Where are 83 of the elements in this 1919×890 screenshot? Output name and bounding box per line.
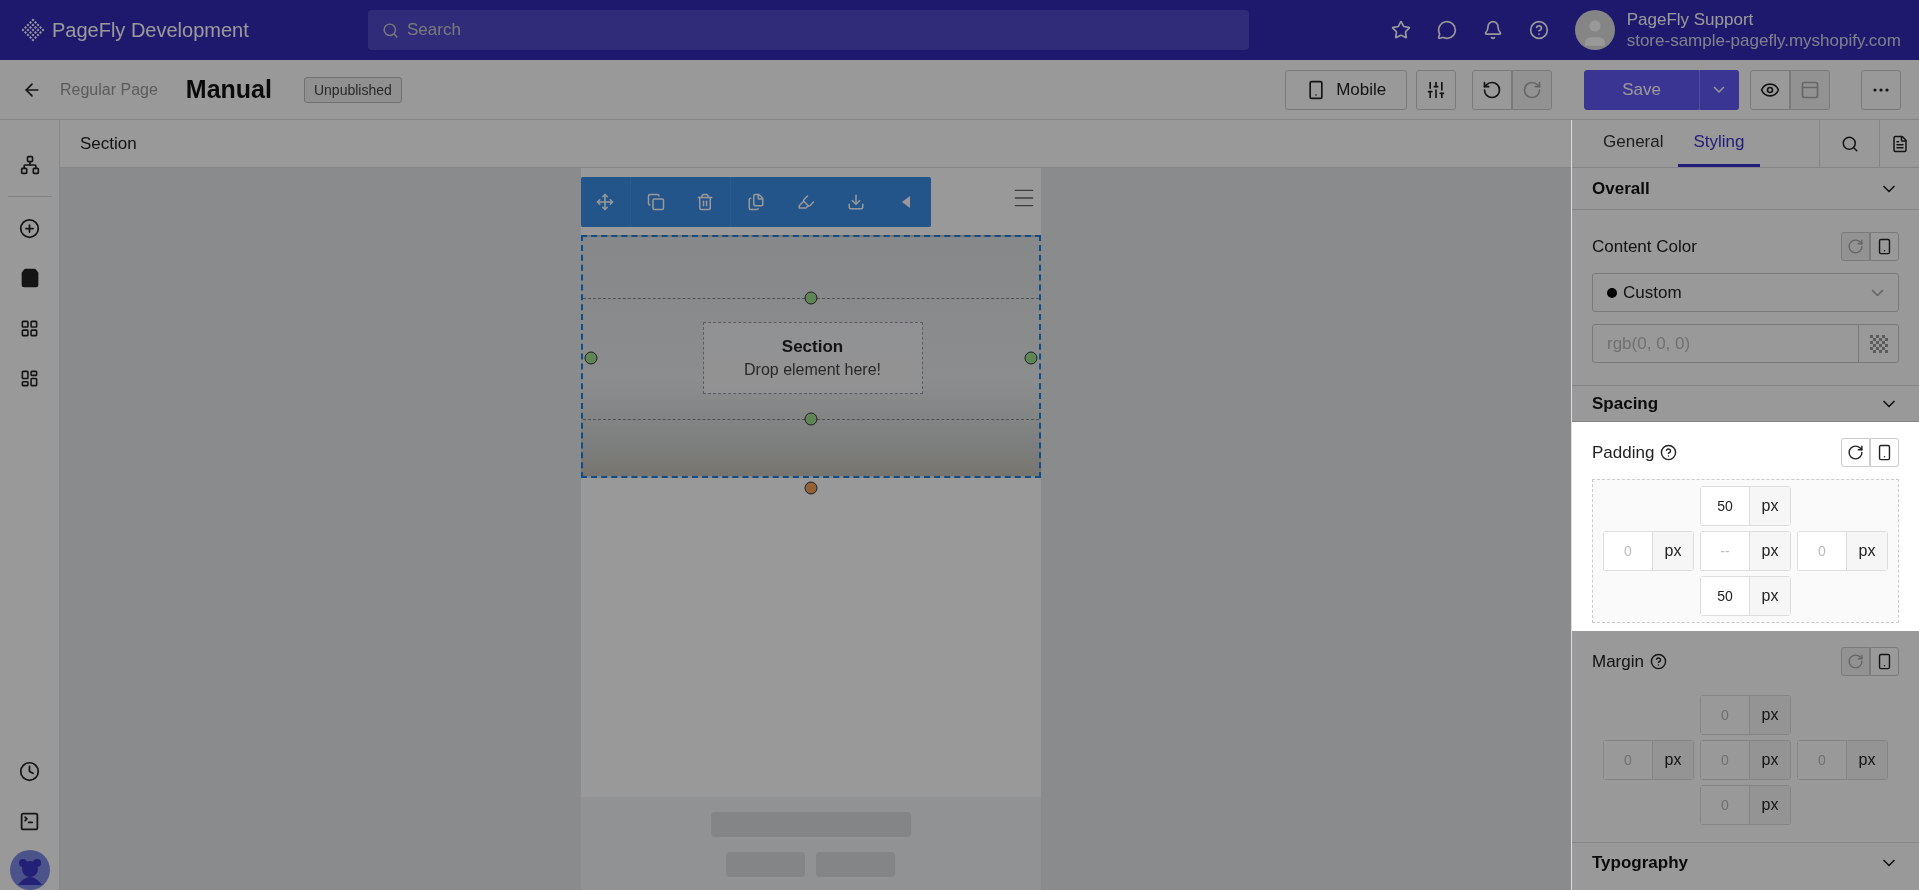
- chevron-icon: [1871, 288, 1884, 297]
- section-heading[interactable]: Overall: [1592, 178, 1650, 199]
- help-icon[interactable]: [1660, 444, 1678, 461]
- store-domain: store-sample-pagefly.myshopify.com: [1626, 30, 1901, 51]
- device-button[interactable]: [1870, 438, 1899, 467]
- number-field[interactable]: 0 px: [1797, 531, 1888, 571]
- chevron-icon: [1713, 86, 1725, 93]
- help-icon[interactable]: [1649, 653, 1667, 670]
- sliders-icon: [1426, 79, 1447, 100]
- unit-label[interactable]: px: [1653, 741, 1693, 779]
- search-icon[interactable]: [1840, 134, 1859, 153]
- breadcrumb: Section: [80, 133, 137, 154]
- unit-label[interactable]: px: [1750, 696, 1790, 734]
- unit-label[interactable]: px: [1750, 577, 1790, 615]
- panel-icon: [1800, 79, 1820, 100]
- device-button[interactable]: [1870, 232, 1899, 261]
- page-title: Manual: [185, 75, 272, 104]
- unit-label[interactable]: px: [1847, 741, 1887, 779]
- star-icon[interactable]: [1390, 20, 1411, 40]
- triangle-icon[interactable]: [900, 196, 911, 208]
- tab[interactable]: General: [1588, 120, 1679, 167]
- trash-icon[interactable]: [696, 193, 714, 211]
- search-icon[interactable]: [382, 21, 399, 39]
- undo-icon: [1482, 79, 1503, 100]
- select-value: Custom: [1623, 282, 1683, 303]
- number-field[interactable]: 50 px: [1700, 486, 1791, 526]
- search-field[interactable]: Search: [405, 19, 1235, 41]
- avatar[interactable]: [1574, 10, 1615, 50]
- number-field[interactable]: 50 px: [1700, 576, 1791, 616]
- reset-icon: [1847, 444, 1864, 461]
- undo-button[interactable]: [1472, 69, 1513, 110]
- color-select[interactable]: Custom: [1592, 273, 1899, 312]
- reset-button[interactable]: [1841, 438, 1870, 467]
- field-label: Margin: [1592, 651, 1644, 672]
- copy-icon[interactable]: [746, 193, 765, 211]
- resize-handle[interactable]: [804, 481, 817, 495]
- sliders-button[interactable]: [1416, 69, 1457, 110]
- preview-button[interactable]: [1750, 69, 1790, 110]
- move-icon[interactable]: [596, 193, 614, 211]
- unit-label[interactable]: px: [1750, 532, 1790, 570]
- resize-handle[interactable]: [804, 291, 817, 305]
- number-field[interactable]: 0 px: [1603, 531, 1694, 571]
- mobile-icon: [1876, 653, 1893, 670]
- unit-label[interactable]: px: [1750, 741, 1790, 779]
- section-heading[interactable]: Spacing: [1592, 393, 1659, 414]
- tab[interactable]: Styling: [1678, 120, 1760, 167]
- resize-handle[interactable]: [584, 351, 597, 365]
- resize-handle[interactable]: [1024, 351, 1037, 365]
- logo-icon: [20, 17, 46, 43]
- status-badge: Unpublished: [303, 76, 402, 103]
- reset-icon: [1847, 238, 1864, 255]
- unit-label[interactable]: px: [1750, 487, 1790, 525]
- device-button[interactable]: Mobile: [1285, 69, 1408, 110]
- reset-icon: [1847, 653, 1864, 670]
- mobile-icon: [1876, 444, 1893, 461]
- unit-label[interactable]: px: [1750, 786, 1790, 824]
- duplicate-icon[interactable]: [646, 193, 665, 211]
- drop-hint: Drop element here!: [744, 361, 881, 379]
- bell-icon[interactable]: [1482, 20, 1503, 40]
- redo-icon: [1522, 79, 1543, 100]
- user-name: PageFly Support: [1626, 9, 1755, 30]
- ellipsis-icon: [1873, 87, 1889, 92]
- field-label: Padding: [1592, 442, 1655, 463]
- unit-label[interactable]: px: [1653, 532, 1693, 570]
- resize-handle[interactable]: [804, 412, 817, 426]
- section-title: Section: [781, 337, 844, 357]
- unit-label[interactable]: px: [1847, 532, 1887, 570]
- download-icon[interactable]: [846, 193, 865, 211]
- field-label: Content Color: [1592, 236, 1697, 257]
- section-heading[interactable]: Typography: [1592, 852, 1689, 873]
- search-bar[interactable]: Search: [368, 10, 1249, 50]
- device-button[interactable]: [1870, 647, 1899, 676]
- number-field[interactable]: -- px: [1700, 531, 1791, 571]
- highlighter-icon[interactable]: [796, 193, 815, 211]
- document-icon[interactable]: [1890, 134, 1909, 153]
- bear-avatar[interactable]: [9, 850, 50, 890]
- chat-icon[interactable]: [1436, 20, 1457, 40]
- brand-name[interactable]: PageFly Development: [52, 18, 249, 42]
- mobile-icon: [1876, 238, 1893, 255]
- save-button[interactable]: Save: [1584, 69, 1699, 110]
- checkerboard-icon[interactable]: [1869, 334, 1888, 353]
- photo-placeholder[interactable]: Section Drop element here!: [580, 235, 1041, 478]
- save-options-button[interactable]: [1699, 69, 1739, 110]
